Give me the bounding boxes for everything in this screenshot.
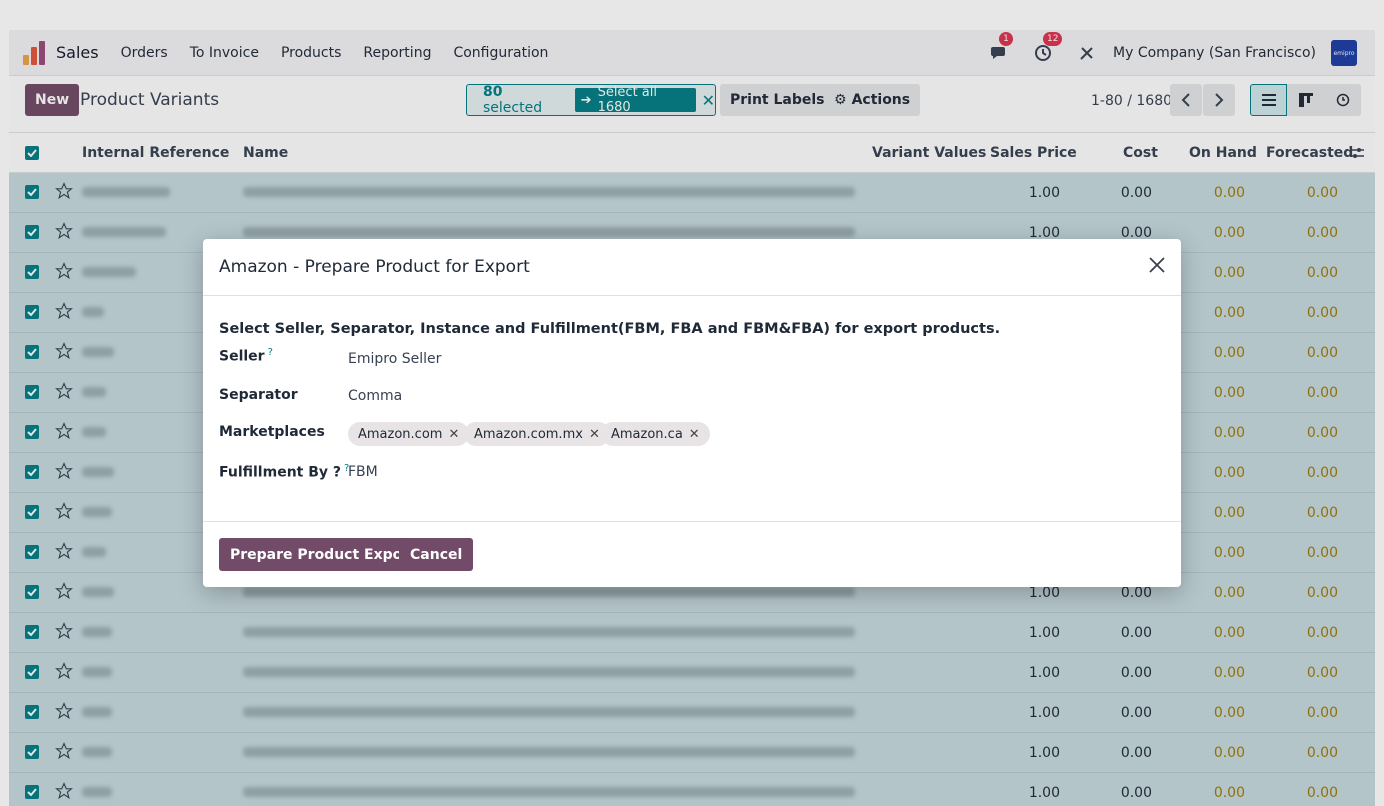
separator-field[interactable]: Comma	[348, 388, 402, 404]
prepare-export-button[interactable]: Prepare Product Export	[219, 538, 427, 571]
help-icon: ?	[267, 347, 273, 358]
marketplace-tag-label: Amazon.ca	[611, 426, 683, 442]
dialog-header: Amazon - Prepare Product for Export	[203, 239, 1181, 296]
fulfillment-label: Fulfillment By ??	[219, 463, 350, 481]
marketplace-tag: Amazon.com ✕	[348, 422, 470, 446]
marketplace-tag-label: Amazon.com.mx	[474, 426, 583, 442]
close-icon[interactable]	[1147, 255, 1167, 275]
export-dialog: Amazon - Prepare Product for Export Sele…	[203, 239, 1181, 587]
separator-label: Separator	[219, 387, 298, 403]
dialog-title: Amazon - Prepare Product for Export	[219, 257, 530, 277]
seller-field[interactable]: Emipro Seller	[348, 351, 441, 367]
dialog-footer: Prepare Product Export Cancel	[203, 521, 1181, 587]
cancel-button[interactable]: Cancel	[399, 538, 474, 571]
marketplace-tag: Amazon.ca ✕	[601, 422, 710, 446]
remove-tag-icon[interactable]: ✕	[448, 427, 459, 442]
seller-label: Seller?	[219, 347, 273, 365]
marketplace-tag-label: Amazon.com	[358, 426, 443, 442]
dialog-intro: Select Seller, Separator, Instance and F…	[219, 321, 1001, 337]
fulfillment-field[interactable]: FBM	[348, 464, 378, 480]
marketplace-tag: Amazon.com.mx ✕	[464, 422, 610, 446]
dialog-body: Select Seller, Separator, Instance and F…	[203, 296, 1181, 521]
remove-tag-icon[interactable]: ✕	[689, 427, 700, 442]
marketplaces-label: Marketplaces	[219, 424, 325, 440]
remove-tag-icon[interactable]: ✕	[589, 427, 600, 442]
